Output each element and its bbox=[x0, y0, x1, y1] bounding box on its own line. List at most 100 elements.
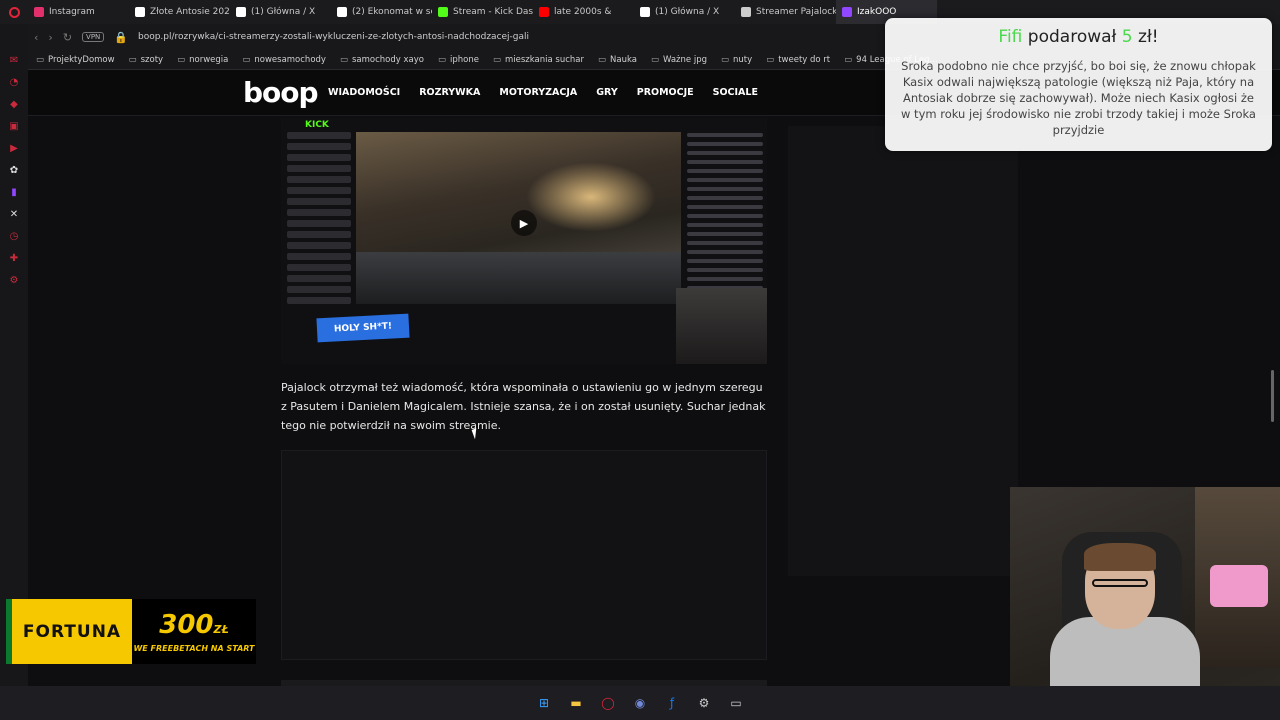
menu-item[interactable]: PROMOCJE bbox=[637, 87, 694, 98]
back-icon[interactable]: ‹ bbox=[34, 31, 38, 44]
tab-label: (2) Ekonomat w se bbox=[352, 7, 432, 17]
tab-label: late 2000s & bbox=[554, 7, 612, 17]
tab-label: Stream - Kick Dash bbox=[453, 7, 533, 17]
url-input[interactable]: boop.pl/rozrywka/ci-streamerzy-zostali-w… bbox=[138, 32, 529, 42]
lock-icon: 🔒 bbox=[114, 30, 128, 44]
terminal-icon[interactable]: ▭ bbox=[726, 693, 746, 713]
site-menu: WIADOMOŚCI ROZRYWKA MOTORYZACJA GRY PROMOCJE… bbox=[328, 87, 758, 98]
menu-item[interactable]: WIADOMOŚCI bbox=[328, 87, 400, 98]
ad-amount-value: 300 bbox=[159, 609, 214, 640]
bookmark-item[interactable]: nuty bbox=[721, 55, 752, 65]
opera-sidebar: ✉ ◔ ◆ ▣ ▶ ✿ ▮ ✕ ◷ ✚ ⚙ bbox=[0, 24, 28, 686]
bookmark-item[interactable]: iphone bbox=[438, 55, 479, 65]
chatgpt-icon[interactable]: ✿ bbox=[6, 162, 22, 178]
tab-label: IzakOOO bbox=[857, 7, 897, 17]
browser-tab[interactable]: (1) Główna / X bbox=[230, 0, 331, 24]
bookmark-item[interactable]: Nauka bbox=[598, 55, 637, 65]
embed-placeholder bbox=[281, 450, 767, 660]
tab-list: Instagram Złote Antosie 2025 (1) Główna / … bbox=[28, 0, 937, 24]
holy-banner: HOLY SH*T! bbox=[316, 313, 410, 343]
x-icon[interactable]: ✕ bbox=[6, 206, 22, 222]
kick-sidebar bbox=[287, 128, 351, 348]
wallet-icon[interactable]: ◆ bbox=[6, 96, 22, 112]
bookmark-item[interactable]: tweety do rt bbox=[766, 55, 830, 65]
site-logo[interactable]: boop bbox=[243, 76, 319, 109]
opera-icon[interactable] bbox=[0, 0, 28, 24]
browser-tab[interactable]: Instagram bbox=[28, 0, 129, 24]
menu-item[interactable]: SOCIALE bbox=[713, 87, 758, 98]
ad-offer: 300ZŁ WE FREEBETACH NA START bbox=[132, 599, 256, 664]
alert-currency: zł! bbox=[1138, 27, 1159, 47]
browser-tab[interactable]: (2) Ekonomat w se bbox=[331, 0, 432, 24]
alert-donor: Fifi bbox=[998, 27, 1023, 47]
taskbar: ⊞ ▬ ◯ ◉ ƒ ⚙ ▭ bbox=[0, 686, 1280, 720]
article-video-thumbnail[interactable]: KICK HOLY SH*T! ▶ bbox=[281, 118, 767, 364]
tab-favicon-icon bbox=[640, 7, 650, 17]
sidebar-ad-slot bbox=[788, 126, 1018, 576]
tab-favicon-icon bbox=[135, 7, 145, 17]
tab-favicon-icon bbox=[741, 7, 751, 17]
chat-icon[interactable]: ▣ bbox=[6, 118, 22, 134]
play-icon[interactable]: ▶ bbox=[511, 210, 537, 236]
discord-icon[interactable]: ◉ bbox=[630, 693, 650, 713]
forward-icon[interactable]: › bbox=[48, 31, 52, 44]
streamer-hair bbox=[1084, 543, 1156, 571]
kick-screenshot: KICK HOLY SH*T! bbox=[281, 118, 767, 364]
bookmark-item[interactable]: Ważne jpg bbox=[651, 55, 707, 65]
file-explorer-icon[interactable]: ▬ bbox=[566, 693, 586, 713]
tab-label: (1) Główna / X bbox=[251, 7, 316, 17]
bookmark-item[interactable]: mieszkania suchar bbox=[493, 55, 584, 65]
donation-alert: Fifi podarował 5 zł! Sroka podobno nie c… bbox=[885, 18, 1272, 151]
opera-taskbar-icon[interactable]: ◯ bbox=[598, 693, 618, 713]
scrollbar-thumb[interactable] bbox=[1271, 370, 1274, 422]
extensions-icon[interactable]: ✚ bbox=[6, 250, 22, 266]
browser-tab[interactable]: Streamer Pajalock bbox=[735, 0, 836, 24]
tab-favicon-icon bbox=[539, 7, 549, 17]
bookmark-item[interactable]: ProjektyDomow bbox=[36, 55, 115, 65]
glasses bbox=[1092, 579, 1148, 587]
facebook-icon[interactable]: ƒ bbox=[662, 693, 682, 713]
bookmark-item[interactable]: nowesamochody bbox=[242, 55, 326, 65]
alert-title: Fifi podarował 5 zł! bbox=[885, 27, 1272, 47]
article-paragraph: Pajalock otrzymał też wiadomość, która w… bbox=[281, 381, 766, 432]
bookmark-item[interactable]: szoty bbox=[129, 55, 163, 65]
menu-item[interactable]: ROZRYWKA bbox=[419, 87, 480, 98]
messenger-icon[interactable]: ✉ bbox=[6, 52, 22, 68]
windows-start-icon[interactable]: ⊞ bbox=[534, 693, 554, 713]
player-icon[interactable]: ▶ bbox=[6, 140, 22, 156]
alert-amount: 5 bbox=[1121, 27, 1133, 47]
tab-favicon-icon bbox=[842, 7, 852, 17]
browser-tab[interactable]: late 2000s & bbox=[533, 0, 634, 24]
settings-icon[interactable]: ⚙ bbox=[6, 272, 22, 288]
alert-verb: podarował bbox=[1027, 27, 1117, 47]
fortuna-ad[interactable]: FORTUNA 300ZŁ WE FREEBETACH NA START bbox=[6, 599, 256, 664]
bookmark-item[interactable]: samochody xayo bbox=[340, 55, 424, 65]
history-icon[interactable]: ◔ bbox=[6, 74, 22, 90]
steam-icon[interactable]: ⚙ bbox=[694, 693, 714, 713]
reload-icon[interactable]: ↻ bbox=[63, 31, 72, 44]
vpn-badge[interactable]: VPN bbox=[82, 32, 105, 42]
ad-subline: WE FREEBETACH NA START bbox=[133, 643, 255, 653]
tab-favicon-icon bbox=[236, 7, 246, 17]
bookmark-item[interactable]: norwegia bbox=[177, 55, 228, 65]
fortuna-logo: FORTUNA bbox=[6, 599, 132, 664]
cat-picture bbox=[1210, 565, 1268, 607]
browser-tab[interactable]: (1) Główna / X bbox=[634, 0, 735, 24]
screen: Instagram Złote Antosie 2025 (1) Główna / … bbox=[0, 0, 1280, 720]
tab-label: (1) Główna / X bbox=[655, 7, 720, 17]
tab-favicon-icon bbox=[34, 7, 44, 17]
kick-chat bbox=[685, 128, 765, 298]
tab-favicon-icon bbox=[438, 7, 448, 17]
tab-label: Złote Antosie 2025 bbox=[150, 7, 230, 17]
ad-currency: ZŁ bbox=[213, 622, 229, 636]
menu-item[interactable]: GRY bbox=[596, 87, 617, 98]
browser-tab[interactable]: Złote Antosie 2025 bbox=[129, 0, 230, 24]
tab-label: Instagram bbox=[49, 7, 95, 17]
tab-label: Streamer Pajalock bbox=[756, 7, 836, 17]
ad-amount: 300ZŁ bbox=[159, 611, 229, 644]
clock-icon[interactable]: ◷ bbox=[6, 228, 22, 244]
streamer-facecam bbox=[676, 288, 767, 364]
browser-tab[interactable]: Stream - Kick Dash bbox=[432, 0, 533, 24]
twitch-icon[interactable]: ▮ bbox=[6, 184, 22, 200]
menu-item[interactable]: MOTORYZACJA bbox=[499, 87, 577, 98]
